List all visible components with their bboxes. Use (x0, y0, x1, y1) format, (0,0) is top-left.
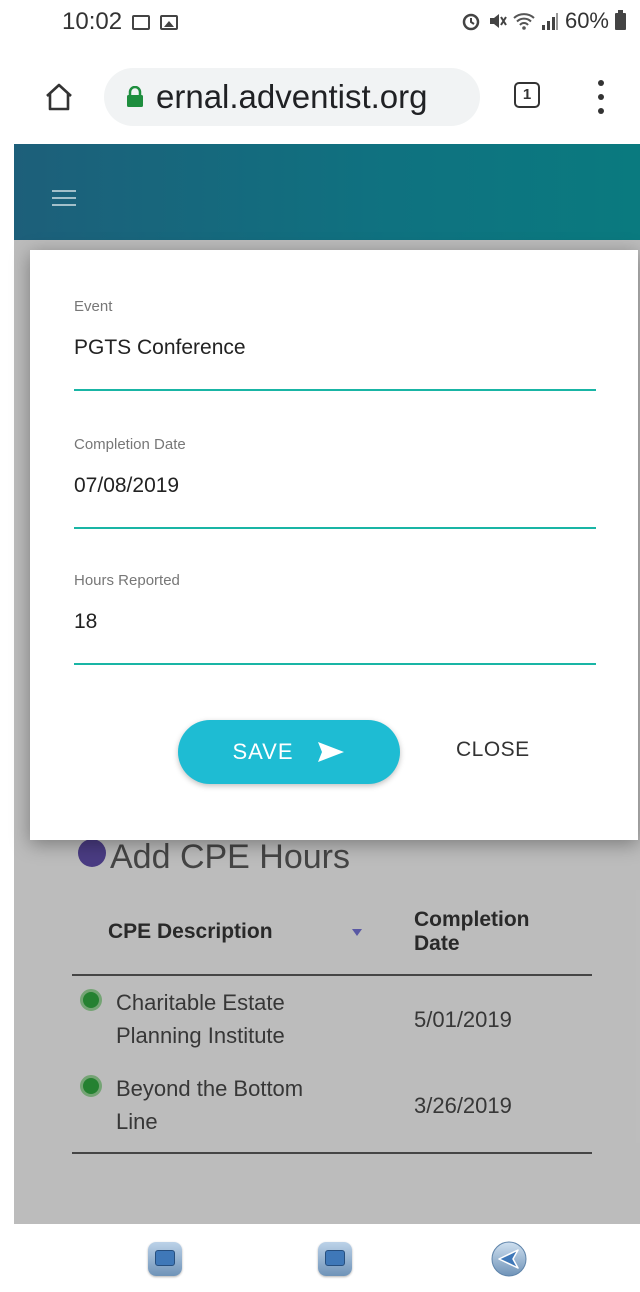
tab-switcher-button[interactable]: 1 (514, 82, 540, 108)
completion-date-field[interactable]: Completion Date 07/08/2019 (74, 436, 596, 556)
completion-date-input[interactable]: 07/08/2019 (74, 474, 179, 498)
system-nav-bar (0, 1224, 640, 1292)
back-icon[interactable] (490, 1240, 528, 1278)
alarm-icon (462, 13, 480, 31)
status-right: 60% (461, 8, 626, 34)
url-text: ernal.adventist.org (156, 78, 428, 115)
hours-reported-field[interactable]: Hours Reported 18 (74, 572, 596, 692)
gallery-icon (160, 14, 179, 30)
event-field[interactable]: Event PGTS Conference (74, 298, 596, 418)
mute-icon (489, 14, 507, 28)
send-icon (317, 742, 344, 762)
close-button[interactable]: CLOSE (456, 738, 530, 762)
completion-date-underline (74, 527, 596, 529)
more-menu-icon[interactable] (596, 80, 606, 114)
completion-date-label: Completion Date (74, 436, 186, 453)
message-icon (132, 14, 151, 30)
event-input[interactable]: PGTS Conference (74, 336, 246, 360)
lock-icon (127, 86, 143, 107)
hours-reported-underline (74, 663, 596, 665)
battery-icon (615, 9, 626, 30)
battery-percent: 60% (564, 8, 609, 33)
status-time: 10:02 (62, 8, 123, 35)
hours-reported-input[interactable]: 18 (74, 610, 97, 634)
wifi-icon (513, 13, 535, 30)
home-button-icon[interactable] (318, 1242, 352, 1276)
hamburger-menu-icon[interactable] (52, 190, 76, 206)
browser-toolbar: ernal.adventist.org 1 (0, 48, 640, 144)
signal-icon (541, 13, 558, 30)
status-left: 10:02 (62, 8, 179, 36)
save-button[interactable]: SAVE (178, 720, 400, 784)
recent-apps-icon[interactable] (148, 1242, 182, 1276)
edit-cpe-dialog: Event PGTS Conference Completion Date 07… (30, 250, 638, 840)
home-icon[interactable] (44, 82, 74, 112)
event-underline (74, 389, 596, 391)
event-label: Event (74, 298, 113, 315)
status-bar: 10:02 60% (0, 0, 640, 48)
app-header (14, 144, 640, 240)
hours-reported-label: Hours Reported (74, 572, 180, 589)
save-button-label: SAVE (232, 739, 294, 764)
address-bar[interactable]: ernal.adventist.org (104, 68, 480, 126)
